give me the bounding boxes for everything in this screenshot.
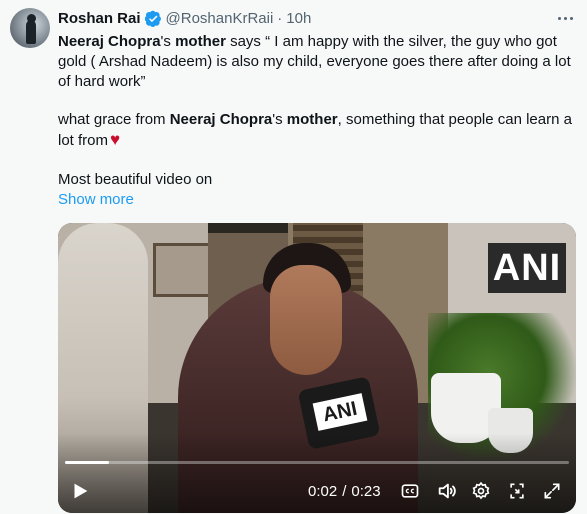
time-separator: / — [342, 482, 347, 500]
heart-emoji-icon: ♥ — [110, 130, 121, 149]
avatar[interactable] — [10, 8, 50, 48]
volume-icon[interactable] — [434, 478, 460, 504]
fullscreen-icon[interactable] — [540, 478, 564, 504]
author-name[interactable]: Roshan Rai — [58, 10, 141, 27]
bold-text: mother — [286, 111, 338, 128]
captions-icon[interactable] — [398, 478, 422, 504]
text-segment: what grace from — [58, 111, 170, 128]
bold-text: Neeraj Chopra — [58, 33, 161, 50]
time-readout: 0:02 / 0:23 — [308, 478, 381, 504]
author-handle[interactable]: @RoshanKrRaii — [166, 10, 274, 27]
ani-watermark: ANI — [488, 243, 566, 293]
text-segment: 's — [272, 111, 287, 128]
tweet-paragraph-2: what grace from Neeraj Chopra's mother, … — [58, 110, 580, 151]
show-more-link[interactable]: Show more — [58, 190, 134, 210]
bold-text: Neeraj Chopra — [169, 111, 273, 128]
text-segment: 's — [160, 33, 176, 50]
speaker-face — [270, 265, 342, 375]
play-icon[interactable] — [68, 478, 92, 504]
video-controls: 0:02 / 0:23 — [58, 478, 576, 504]
minimize-icon[interactable] — [505, 478, 529, 504]
duration: 0:23 — [351, 482, 381, 500]
header-separator: · — [277, 9, 283, 27]
tweet-header: Roshan Rai @RoshanKrRaii · 10h — [58, 8, 311, 28]
tweet-timestamp[interactable]: 10h — [286, 10, 311, 27]
more-options-icon[interactable] — [553, 8, 577, 28]
tweet-paragraph-1: Neeraj Chopra's mother says “ I am happy… — [58, 32, 580, 92]
video-player[interactable]: ANI ANI 0:02 / 0:23 — [58, 223, 576, 513]
tweet-paragraph-3: Most beautiful video on — [58, 171, 213, 188]
current-time: 0:02 — [308, 482, 338, 500]
settings-icon[interactable] — [469, 478, 493, 504]
bold-text: mother — [175, 33, 226, 50]
verified-badge-icon — [144, 10, 162, 27]
progress-bar[interactable] — [65, 461, 569, 464]
avatar-figure-body — [26, 20, 36, 44]
progress-fill — [65, 461, 109, 464]
